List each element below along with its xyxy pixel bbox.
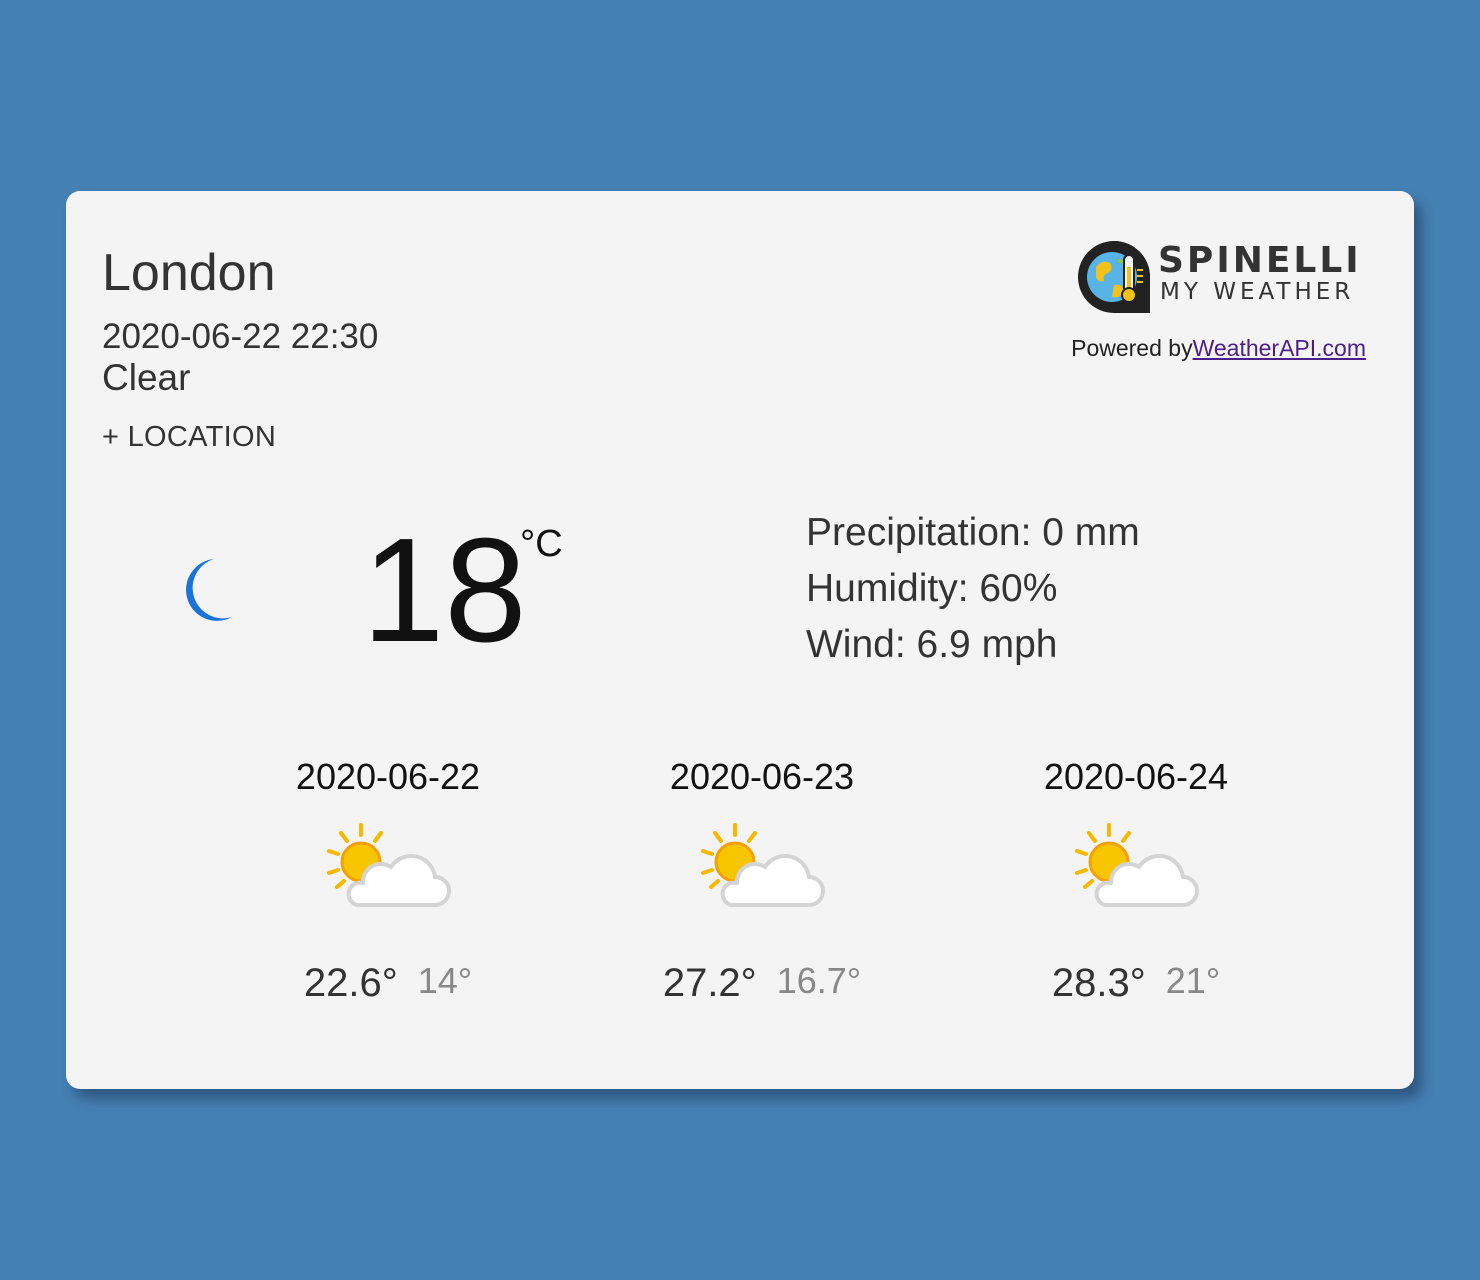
forecast-temps: 22.6° 14° <box>258 960 518 1005</box>
forecast-date: 2020-06-22 <box>295 756 481 797</box>
partly-cloudy-icon <box>1075 823 1199 907</box>
logo-title: SPINELLI <box>1158 240 1362 281</box>
weather-details: Precipitation: 0 mm Humidity: 60% Wind: … <box>806 511 1140 679</box>
forecast-high: 22.6° <box>303 961 398 1005</box>
add-location-button[interactable]: + LOCATION <box>102 423 276 452</box>
precipitation-value: Precipitation: 0 mm <box>806 511 1140 554</box>
powered-by-label: Powered by <box>1071 335 1193 361</box>
forecast-date: 2020-06-23 <box>669 756 855 797</box>
logo-subtitle: MY WEATHER <box>1160 279 1355 305</box>
local-datetime: 2020-06-22 22:30 <box>102 317 379 356</box>
forecast-low: 14° <box>417 960 473 1001</box>
powered-by: Powered byWeatherAPI.com <box>1071 337 1366 360</box>
forecast-date: 2020-06-24 <box>1043 756 1229 797</box>
moon-icon <box>186 559 232 621</box>
forecast-high: 28.3° <box>1051 961 1146 1005</box>
wind-value: Wind: 6.9 mph <box>806 623 1058 666</box>
humidity-value: Humidity: 60% <box>806 567 1058 610</box>
forecast-temps: 28.3° 21° <box>1006 960 1266 1005</box>
forecast-high: 27.2° <box>662 961 757 1005</box>
current-temperature: 18 <box>362 508 527 673</box>
spinelli-logo: SPINELLI MY WEATHER <box>1074 235 1364 315</box>
forecast-low: 16.7° <box>776 960 862 1001</box>
forecast-day: 2020-06-24 28.3° 21° <box>1006 756 1266 1005</box>
weatherapi-link[interactable]: WeatherAPI.com <box>1193 335 1366 361</box>
forecast-day: 2020-06-23 27.2° 16.7° <box>632 756 892 1005</box>
forecast-day: 2020-06-22 22.6° 14° <box>258 756 518 1005</box>
temperature-unit: °C <box>520 523 563 565</box>
current-condition: Clear <box>102 357 191 398</box>
forecast-low: 21° <box>1165 960 1221 1001</box>
globe-thermometer-icon <box>1078 241 1150 313</box>
weather-card: London 2020-06-22 22:30 Clear + LOCATION… <box>66 191 1414 1089</box>
partly-cloudy-icon <box>327 823 451 907</box>
city-name: London <box>102 244 276 302</box>
partly-cloudy-icon <box>701 823 825 907</box>
forecast-temps: 27.2° 16.7° <box>632 960 892 1005</box>
